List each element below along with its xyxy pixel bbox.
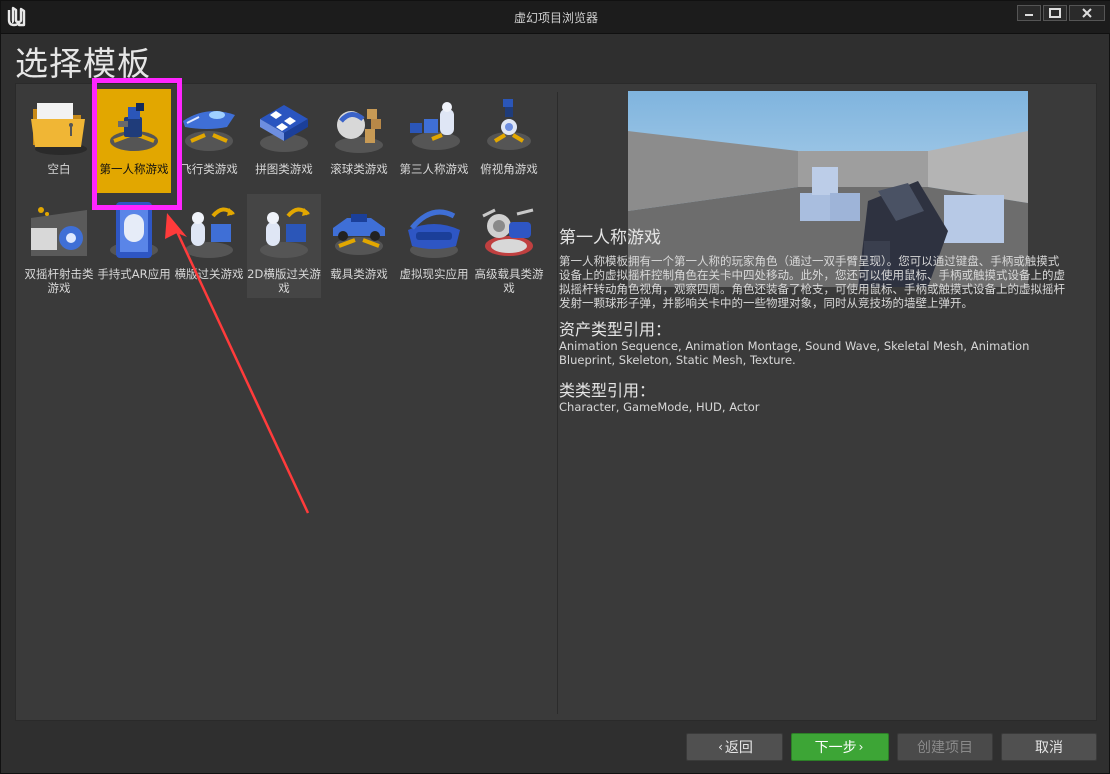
selection-highlight-box	[92, 78, 182, 210]
template-tile-top-down[interactable]: 俯视角游戏	[472, 89, 546, 193]
template-label: 手持式AR应用	[97, 267, 171, 281]
maximize-button[interactable]	[1043, 5, 1067, 21]
template-label: 虚拟现实应用	[399, 267, 469, 281]
template-tile-third-person[interactable]: 第三人称游戏	[397, 89, 471, 193]
next-button-label: 下一步	[814, 740, 857, 756]
title-bar[interactable]: 虚幻项目浏览器	[1, 1, 1110, 34]
window-title: 虚幻项目浏览器	[513, 11, 598, 25]
template-description: 第一人称模板拥有一个第一人称的玩家角色（通过一双手臂呈现）。您可以通过键盘、手柄…	[559, 254, 1065, 310]
template-label: 载具类游戏	[330, 267, 388, 281]
cancel-button-label: 取消	[1035, 740, 1063, 756]
class-types-list: Character, GameMode, HUD, Actor	[559, 400, 760, 414]
template-label: 双摇杆射击类游戏	[24, 267, 94, 295]
template-label: 滚球类游戏	[330, 162, 388, 176]
template-label: 第三人称游戏	[399, 162, 469, 176]
class-types-heading: 类类型引用：	[559, 381, 656, 400]
back-button[interactable]: ‹ 返回	[686, 733, 783, 761]
template-label: 空白	[47, 162, 71, 176]
minimize-icon	[1025, 14, 1033, 16]
template-label: 拼图类游戏	[255, 162, 313, 176]
asset-types-heading: 资产类型引用：	[559, 320, 672, 339]
template-tile-flying[interactable]: 飞行类游戏	[172, 89, 246, 193]
chevron-left-icon: ‹	[718, 740, 723, 754]
folder-icon	[31, 103, 87, 155]
template-tile-vr[interactable]: 虚拟现实应用	[397, 194, 471, 298]
template-tile-vehicle[interactable]: 载具类游戏	[322, 194, 396, 298]
spaceship-icon	[183, 111, 235, 151]
third-person-icon	[410, 102, 460, 150]
template-label: 飞行类游戏	[180, 162, 238, 176]
rolling-ball-icon	[335, 109, 383, 153]
template-tile-puzzle[interactable]: 拼图类游戏	[247, 89, 321, 193]
create-button-label: 创建项目	[917, 740, 973, 756]
close-button[interactable]	[1069, 5, 1105, 21]
template-label: 俯视角游戏	[480, 162, 538, 176]
create-project-button[interactable]: 创建项目	[897, 733, 993, 761]
vehicle-icon	[333, 214, 385, 255]
puzzle-icon	[260, 105, 308, 152]
panel-divider	[557, 92, 558, 714]
asset-types-list: Animation Sequence, Animation Montage, S…	[559, 339, 1030, 367]
side-scroller-icon	[185, 207, 235, 258]
maximize-icon	[1049, 8, 1061, 18]
template-tile-rolling[interactable]: 滚球类游戏	[322, 89, 396, 193]
cancel-button[interactable]: 取消	[1001, 733, 1097, 761]
template-tile-twin-stick[interactable]: 双摇杆射击类游戏	[22, 194, 96, 298]
back-button-label: 返回	[724, 740, 753, 756]
top-down-icon	[487, 99, 531, 150]
close-icon	[1082, 8, 1092, 18]
window-controls	[1017, 5, 1105, 21]
next-button[interactable]: 下一步 ›	[791, 733, 889, 761]
template-tile-advanced-vehicle[interactable]: 高级载具类游戏	[472, 194, 546, 298]
chevron-right-icon: ›	[858, 740, 864, 754]
template-tile-side-scroller[interactable]: 横版过关游戏	[172, 194, 246, 298]
template-tile-2d-side-scroller[interactable]: 2D横版过关游戏	[247, 194, 321, 298]
minimize-button[interactable]	[1017, 5, 1041, 21]
2d-side-scroller-icon	[260, 207, 310, 258]
template-label: 横版过关游戏	[174, 267, 244, 281]
template-details-title: 第一人称游戏	[559, 228, 661, 248]
advanced-vehicle-icon	[482, 208, 534, 256]
project-browser-window: 虚幻项目浏览器 选择模板 空白 第一人称游戏 飞行类游戏 拼图类游戏 滚球类游戏…	[0, 0, 1110, 774]
template-tile-blank[interactable]: 空白	[22, 89, 96, 193]
twin-stick-shooter-icon	[31, 207, 87, 256]
template-label: 高级载具类游戏	[474, 267, 544, 295]
template-label: 2D横版过关游戏	[247, 267, 321, 295]
vr-headset-icon	[408, 209, 460, 258]
